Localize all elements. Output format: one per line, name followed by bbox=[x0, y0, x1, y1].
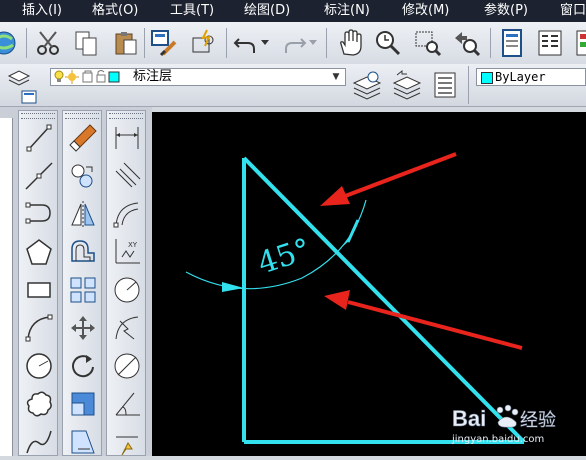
annotation-arrow-upper bbox=[339, 152, 457, 200]
offset-icon[interactable] bbox=[66, 235, 100, 269]
annotation-arrow-lower bbox=[347, 300, 523, 350]
copy-object-icon[interactable] bbox=[66, 159, 100, 193]
scale-icon[interactable] bbox=[66, 387, 100, 421]
undo-dropdown-icon[interactable] bbox=[258, 26, 272, 60]
color-swatch bbox=[481, 72, 493, 84]
svg-text:XY: XY bbox=[128, 241, 138, 249]
annotation-arrowhead-lower bbox=[324, 290, 350, 310]
current-layer-name: 标注层 bbox=[133, 69, 173, 84]
zoom-window-icon[interactable] bbox=[412, 26, 444, 60]
pan-hand-icon[interactable] bbox=[334, 26, 366, 60]
redo-dropdown-icon[interactable] bbox=[306, 26, 320, 60]
app-globe-icon[interactable] bbox=[0, 26, 20, 60]
color-value: ByLayer bbox=[495, 70, 546, 84]
rectangle-icon[interactable] bbox=[22, 273, 56, 307]
stretch-icon[interactable] bbox=[66, 425, 100, 459]
layer-state-icon[interactable] bbox=[16, 88, 42, 106]
properties-palette-icon[interactable] bbox=[496, 26, 528, 60]
toolbar-grip[interactable] bbox=[65, 113, 99, 119]
separator bbox=[490, 28, 491, 58]
separator bbox=[144, 28, 145, 58]
construction-line-icon[interactable] bbox=[22, 159, 56, 193]
spline-icon[interactable] bbox=[22, 425, 56, 459]
jogged-dimension-icon[interactable] bbox=[110, 311, 144, 345]
menu-dimension[interactable]: 标注(N) bbox=[324, 0, 370, 22]
angular-dimension-icon[interactable] bbox=[110, 387, 144, 421]
menu-modify[interactable]: 修改(M) bbox=[402, 0, 449, 22]
menu-bar: 插入(I) 格式(O) 工具(T) 绘图(D) 标注(N) 修改(M) 参数(P… bbox=[0, 0, 586, 22]
line-tool-icon[interactable] bbox=[22, 121, 56, 155]
dimension-toolbar: XY bbox=[106, 110, 146, 456]
copy-icon[interactable] bbox=[70, 26, 102, 60]
design-center-icon[interactable] bbox=[534, 26, 566, 60]
dimension-arrowhead-left bbox=[222, 282, 244, 292]
layer-dropdown[interactable]: 标注层 ▼ bbox=[50, 68, 346, 86]
baidu-jingyan-watermark: Bai 经验 jingyan.baidu.com bbox=[451, 400, 586, 456]
polyline-icon[interactable] bbox=[22, 197, 56, 231]
erase-icon[interactable] bbox=[66, 121, 100, 155]
chevron-down-icon[interactable]: ▼ bbox=[329, 70, 343, 84]
mirror-icon[interactable] bbox=[66, 197, 100, 231]
svg-text:jingyan.baidu.com: jingyan.baidu.com bbox=[452, 434, 544, 445]
baidu-paw-logo-icon: Bai 经验 jingyan.baidu.com bbox=[451, 404, 556, 445]
zoom-previous-icon[interactable] bbox=[450, 26, 482, 60]
match-properties-icon[interactable] bbox=[148, 26, 180, 60]
radius-dimension-icon[interactable] bbox=[110, 273, 144, 307]
block-editor-icon[interactable] bbox=[188, 26, 220, 60]
annotation-arrowhead-upper bbox=[320, 186, 350, 206]
rotate-icon[interactable] bbox=[66, 349, 100, 383]
layer-previous-icon[interactable] bbox=[390, 68, 424, 102]
menu-tools[interactable]: 工具(T) bbox=[170, 0, 214, 22]
linear-dimension-icon[interactable] bbox=[110, 121, 144, 155]
modify-toolbar bbox=[62, 110, 102, 456]
separator bbox=[26, 28, 27, 58]
svg-text:经验: 经验 bbox=[520, 410, 556, 431]
side-panel-strip bbox=[0, 118, 13, 456]
circle-icon[interactable] bbox=[22, 349, 56, 383]
color-control-dropdown[interactable]: ByLayer bbox=[476, 68, 586, 86]
layer-status-icons bbox=[54, 70, 120, 84]
ordinate-dimension-icon[interactable]: XY bbox=[110, 235, 144, 269]
separator bbox=[326, 28, 327, 58]
array-icon[interactable] bbox=[66, 273, 100, 307]
separator bbox=[468, 66, 469, 104]
separator bbox=[226, 28, 227, 58]
layer-states-manager-icon[interactable] bbox=[428, 68, 462, 102]
cut-scissors-icon[interactable] bbox=[32, 26, 64, 60]
make-object-layer-current-icon[interactable] bbox=[350, 68, 384, 102]
draw-toolbar bbox=[18, 110, 58, 456]
paste-icon[interactable] bbox=[110, 26, 142, 60]
menu-window[interactable]: 窗口 bbox=[560, 0, 586, 22]
angle-dimension-text[interactable]: 45° bbox=[254, 232, 315, 282]
diameter-dimension-icon[interactable] bbox=[110, 349, 144, 383]
toolbar-grip[interactable] bbox=[109, 113, 143, 119]
arc-icon[interactable] bbox=[22, 311, 56, 345]
svg-text:Bai: Bai bbox=[452, 406, 486, 431]
aligned-dimension-icon[interactable] bbox=[110, 159, 144, 193]
zoom-realtime-icon[interactable] bbox=[372, 26, 404, 60]
polygon-icon[interactable] bbox=[22, 235, 56, 269]
tool-palettes-icon[interactable] bbox=[572, 26, 586, 60]
standard-toolbar bbox=[0, 22, 586, 65]
layers-toolbar: 标注层 ▼ ByLayer bbox=[0, 64, 586, 107]
menu-insert[interactable]: 插入(I) bbox=[22, 0, 62, 22]
arc-length-icon[interactable] bbox=[110, 197, 144, 231]
move-icon[interactable] bbox=[66, 311, 100, 345]
menu-parameters[interactable]: 参数(P) bbox=[484, 0, 528, 22]
menu-draw[interactable]: 绘图(D) bbox=[244, 0, 290, 22]
quick-dimension-icon[interactable] bbox=[110, 425, 144, 459]
menu-format[interactable]: 格式(O) bbox=[92, 0, 138, 22]
dimension-extension-line bbox=[346, 219, 360, 243]
toolbar-grip[interactable] bbox=[21, 113, 55, 119]
revision-cloud-icon[interactable] bbox=[22, 387, 56, 421]
layer-properties-manager-icon[interactable] bbox=[6, 68, 32, 90]
